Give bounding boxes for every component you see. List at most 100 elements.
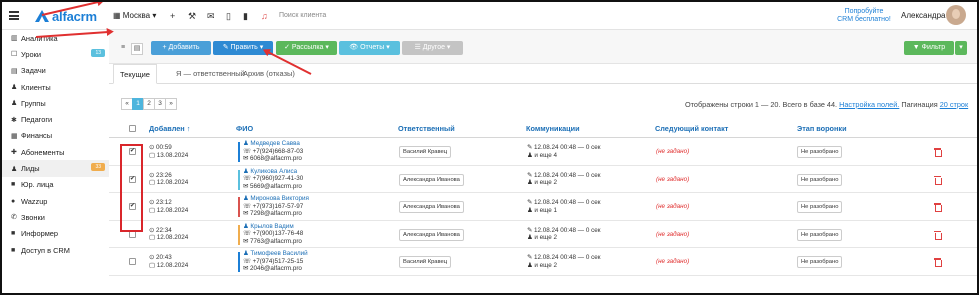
table-row[interactable]: ✔ ⊙ 00:59 ▢ 13.08.2024 ♟ Медведев Савва ☏ +7…: [109, 138, 977, 166]
trash-icon[interactable]: [934, 258, 942, 267]
page-next[interactable]: »: [165, 98, 177, 110]
sidebar-item[interactable]: ♟ Лиды 33: [2, 160, 109, 177]
trial-line-2: CRM бесплатно!: [837, 16, 891, 23]
user-name[interactable]: Александра: [901, 11, 945, 20]
sidebar-item[interactable]: ■ Доступ в CRM: [2, 242, 109, 258]
sidebar-item[interactable]: ☐ Уроки 13: [2, 46, 109, 62]
communication-last[interactable]: ✎ 12.08.24 00:48 — 0 сек: [527, 199, 601, 207]
pagination-size-link[interactable]: 20 строк: [940, 100, 968, 109]
other-button[interactable]: ☰ Другое ▾: [402, 41, 463, 55]
responsible-select[interactable]: Александра Иванова: [399, 173, 464, 186]
lead-email[interactable]: ✉ 7763@alfacrm.pro: [243, 238, 302, 246]
row-checkbox[interactable]: [129, 258, 136, 265]
sidebar-item[interactable]: ▦ Финансы: [2, 128, 109, 144]
lead-name-link[interactable]: ♟ Тимофеев Василий: [243, 250, 308, 258]
next-contact[interactable]: (не задано): [656, 231, 689, 239]
lead-phone[interactable]: ☏ +7(974)517-25-15: [243, 258, 303, 266]
lead-email[interactable]: ✉ 2046@alfacrm.pro: [243, 265, 302, 273]
table-row[interactable]: ✔ ⊙ 23:26 ▢ 12.08.2024 ♟ Куликова Алиса ☏ +7…: [109, 166, 977, 193]
next-contact[interactable]: (не задано): [656, 203, 689, 211]
wand-icon[interactable]: ⚒: [188, 11, 196, 21]
sidebar-item[interactable]: ■ Информер: [2, 226, 109, 242]
trash-icon[interactable]: [934, 148, 942, 157]
lead-name-link[interactable]: ♟ Медведев Савва: [243, 140, 300, 148]
col-stage[interactable]: Этап воронки: [797, 124, 847, 133]
add-button[interactable]: + Добавить: [151, 41, 211, 55]
list-view-icon[interactable]: ≡: [117, 43, 129, 55]
branch-select[interactable]: ▦ Москва ▾: [113, 11, 156, 20]
communication-last[interactable]: ✎ 12.08.24 00:48 — 0 сек: [527, 254, 601, 262]
tab-current[interactable]: Текущие: [113, 64, 157, 84]
sidebar-item[interactable]: ♟ Группы: [2, 95, 109, 111]
grid-view-icon[interactable]: ▤: [131, 43, 143, 55]
mail-icon[interactable]: ✉: [207, 11, 215, 21]
tab-archive[interactable]: Архив (отказы): [237, 64, 301, 84]
sidebar-item[interactable]: ▤ Задачи: [2, 63, 109, 79]
select-all-checkbox[interactable]: [129, 125, 136, 132]
lead-name-link[interactable]: ♟ Крылов Вадим: [243, 223, 294, 231]
communication-last[interactable]: ✎ 12.08.24 00:48 — 0 сек: [527, 227, 601, 235]
communication-more[interactable]: ♟ и еще 1: [527, 207, 557, 215]
responsible-select[interactable]: Александра Иванова: [399, 228, 464, 241]
col-communications[interactable]: Коммуникации: [526, 124, 580, 133]
lead-email[interactable]: ✉ 5669@alfacrm.pro: [243, 183, 302, 191]
stage-select[interactable]: Не разобрано: [797, 201, 843, 213]
stage-select[interactable]: Не разобрано: [797, 256, 843, 268]
reports-button[interactable]: 👁 Отчеты ▾: [339, 41, 400, 55]
avatar[interactable]: [946, 5, 966, 25]
table-row[interactable]: ✔ ⊙ 23:12 ▢ 12.08.2024 ♟ Миронова Виктория ☏…: [109, 193, 977, 221]
plus-icon[interactable]: +: [170, 11, 175, 21]
responsible-select[interactable]: Василий Кравец: [399, 256, 452, 268]
search-input[interactable]: Поиск клиента: [279, 12, 326, 19]
stage-select[interactable]: Не разобрано: [797, 173, 843, 186]
lead-name-link[interactable]: ♟ Куликова Алиса: [243, 168, 297, 176]
field-settings-link[interactable]: Настройка полей.: [839, 100, 899, 109]
sidebar-item[interactable]: ✱ Педагоги: [2, 111, 109, 127]
menu-icon[interactable]: [9, 11, 19, 20]
lead-phone[interactable]: ☏ +7(960)927-41-30: [243, 175, 303, 183]
pagination: « 1 2 3 »: [121, 98, 177, 110]
next-contact[interactable]: (не задано): [656, 148, 689, 156]
col-added[interactable]: Добавлен ↑: [149, 124, 190, 133]
sidebar-item[interactable]: ✆ Звонки: [2, 209, 109, 225]
mailing-button[interactable]: ✓ Рассылка ▾: [276, 41, 337, 55]
stage-select[interactable]: Не разобрано: [797, 146, 843, 158]
lead-phone[interactable]: ☏ +7(924)668-87-03: [243, 148, 303, 156]
responsible-select[interactable]: Александра Иванова: [399, 201, 464, 213]
sidebar-item[interactable]: ✚ Абонементы: [2, 144, 109, 160]
phone-icon[interactable]: ▯: [226, 11, 231, 21]
filter-dropdown-button[interactable]: ▾: [955, 41, 967, 55]
trash-icon[interactable]: [934, 230, 942, 240]
communication-more[interactable]: ♟ и еще 2: [527, 179, 557, 187]
bell-icon[interactable]: ♫: [261, 11, 268, 21]
added-date: ▢ 12.08.2024: [149, 206, 189, 214]
table-row[interactable]: ⊙ 20:43 ▢ 12.08.2024 ♟ Тимофеев Василий ☏ +…: [109, 248, 977, 276]
communication-more[interactable]: ♟ и еще 2: [527, 262, 557, 270]
responsible-select[interactable]: Василий Кравец: [399, 146, 452, 158]
sidebar-item[interactable]: ● Wazzup: [2, 193, 109, 209]
communication-last[interactable]: ✎ 12.08.24 00:48 — 0 сек: [527, 172, 601, 180]
stage-select[interactable]: Не разобрано: [797, 228, 843, 241]
table-row[interactable]: ⊙ 22:34 ▢ 12.08.2024 ♟ Крылов Вадим ☏ +7(90…: [109, 221, 977, 248]
col-next-contact[interactable]: Следующий контакт: [655, 124, 728, 133]
communication-more[interactable]: ♟ и еще 4: [527, 152, 557, 160]
col-fio[interactable]: ФИО: [236, 124, 253, 133]
communication-more[interactable]: ♟ и еще 2: [527, 234, 557, 242]
next-contact[interactable]: (не задано): [656, 258, 689, 266]
col-responsible[interactable]: Ответственный: [398, 124, 455, 133]
mobile-icon[interactable]: ▮: [243, 11, 248, 21]
filter-button[interactable]: ▼ Фильтр: [904, 41, 954, 55]
lead-phone[interactable]: ☏ +7(900)137-76-48: [243, 230, 303, 238]
trash-icon[interactable]: [934, 203, 942, 212]
communication-last[interactable]: ✎ 12.08.24 00:48 — 0 сек: [527, 144, 601, 152]
lead-name-link[interactable]: ♟ Миронова Виктория: [243, 195, 309, 203]
lead-phone[interactable]: ☏ +7(973)167-57-97: [243, 203, 303, 211]
next-contact[interactable]: (не задано): [656, 176, 689, 184]
lead-email[interactable]: ✉ 6068@alfacrm.pro: [243, 155, 302, 163]
lead-email[interactable]: ✉ 7298@alfacrm.pro: [243, 210, 302, 218]
trash-icon[interactable]: [934, 175, 942, 185]
legal-icon: ■: [11, 181, 16, 189]
sidebar-item[interactable]: ♟ Клиенты: [2, 79, 109, 95]
trial-link[interactable]: Попробуйте CRM бесплатно!: [834, 8, 894, 24]
sidebar-item[interactable]: ■ Юр. лица: [2, 177, 109, 193]
